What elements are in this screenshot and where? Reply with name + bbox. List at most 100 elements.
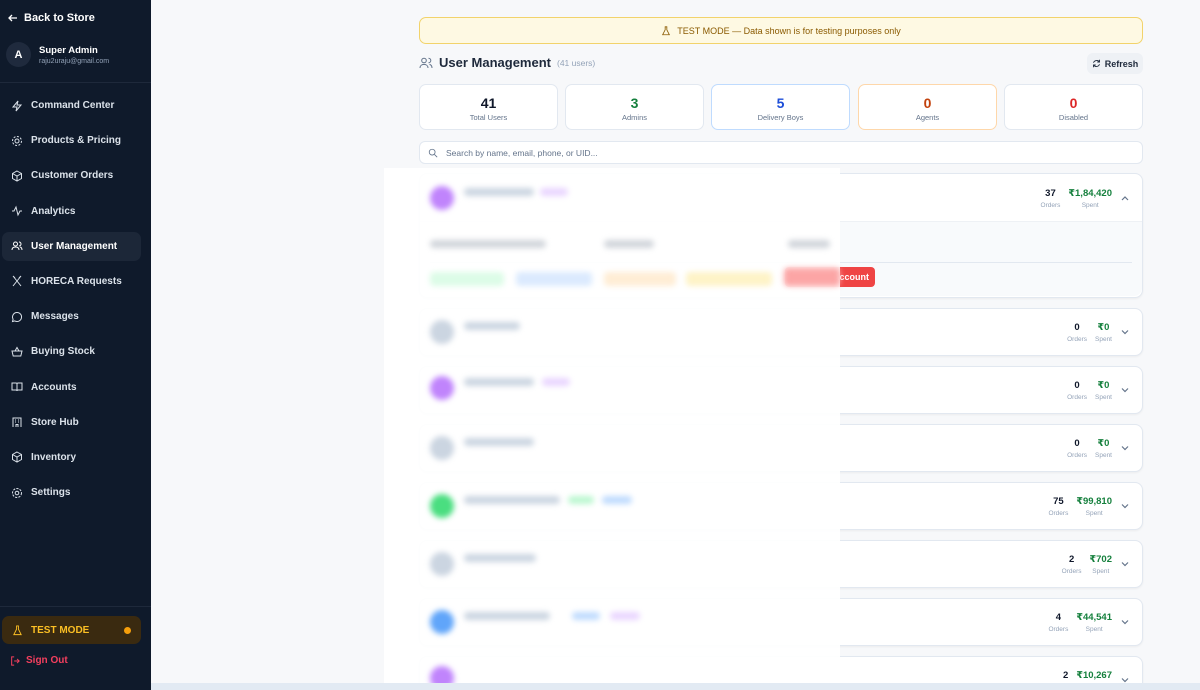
blurred-avatar <box>430 186 454 210</box>
chevron-down-icon[interactable] <box>1120 443 1130 453</box>
sidebar-divider <box>0 82 151 83</box>
sidebar-item-analytics[interactable]: Analytics <box>2 197 141 226</box>
test-mode-badge[interactable]: TEST MODE <box>2 616 141 644</box>
stat-admins[interactable]: 3 Admins <box>565 84 704 130</box>
sidebar-item-command-center[interactable]: Command Center <box>2 91 141 120</box>
sidebar-item-settings[interactable]: Settings <box>2 478 141 507</box>
spent-amount: ₹1,84,420 <box>1068 188 1112 199</box>
sidebar: Back to Store A Super Admin raju2uraju@g… <box>0 0 151 690</box>
orders-count: 75 <box>1053 496 1064 507</box>
box-icon <box>12 451 22 463</box>
page-title: User Management <box>439 55 551 70</box>
refresh-button[interactable]: Refresh <box>1087 53 1143 74</box>
chevron-up-icon[interactable] <box>1120 193 1130 203</box>
blurred-text <box>464 322 520 330</box>
orders-count: 2 <box>1068 554 1075 565</box>
sidebar-item-label: Accounts <box>31 381 77 393</box>
spent-amount: ₹10,267 <box>1076 670 1112 681</box>
blurred-avatar <box>430 552 454 576</box>
spent-amount: ₹0 <box>1097 380 1110 391</box>
stat-value: 41 <box>480 95 497 111</box>
bottom-scroll-strip <box>151 683 1200 690</box>
stat-label: Disabled <box>1058 113 1089 122</box>
stat-total-users[interactable]: 41 Total Users <box>419 84 558 130</box>
stat-label: Delivery Boys <box>757 113 804 122</box>
refresh-icon <box>1092 59 1100 68</box>
sidebar-item-customer-orders[interactable]: Customer Orders <box>2 161 141 190</box>
lightning-icon <box>11 100 23 111</box>
user-count: (41 users) <box>556 57 596 68</box>
sidebar-nav: Command Center Products & Pricing Custom… <box>2 91 141 513</box>
stat-value: 3 <box>630 95 639 111</box>
sidebar-item-label: HORECA Requests <box>31 275 122 287</box>
avatar: A <box>6 42 31 67</box>
logout-icon <box>11 655 20 666</box>
spent-amount: ₹44,541 <box>1076 612 1112 623</box>
sidebar-item-label: Command Center <box>31 100 115 111</box>
back-to-store-link[interactable]: Back to Store <box>8 12 95 24</box>
page-header: User Management (41 users) <box>419 55 595 70</box>
admin-profile: A Super Admin raju2uraju@gmail.com <box>6 42 109 67</box>
chevron-down-icon[interactable] <box>1120 327 1130 337</box>
chevron-down-icon[interactable] <box>1120 559 1130 569</box>
blurred-button <box>516 272 592 286</box>
orders-count: 0 <box>1074 380 1080 391</box>
stat-disabled[interactable]: 0 Disabled <box>1004 84 1143 130</box>
sidebar-divider <box>0 606 151 607</box>
admin-email: raju2uraju@gmail.com <box>39 57 110 65</box>
sidebar-item-inventory[interactable]: Inventory <box>2 443 141 472</box>
sidebar-item-store-hub[interactable]: Store Hub <box>2 408 141 437</box>
orders-label: Orders <box>1040 202 1061 209</box>
spent-label: Spent <box>1095 452 1112 459</box>
stat-label: Total Users <box>469 113 508 122</box>
arrow-left-icon <box>8 14 17 22</box>
spent-amount: ₹0 <box>1097 438 1110 449</box>
blurred-text <box>464 496 560 504</box>
spent-label: Spent <box>1092 568 1110 575</box>
stat-agents[interactable]: 0 Agents <box>858 84 997 130</box>
search-icon <box>428 148 438 157</box>
package-icon <box>12 170 22 182</box>
spent-label: Spent <box>1081 202 1099 209</box>
stat-delivery-boys[interactable]: 5 Delivery Boys <box>711 84 850 130</box>
sidebar-item-label: Analytics <box>31 205 76 217</box>
sidebar-item-messages[interactable]: Messages <box>2 302 141 331</box>
sidebar-item-buying-stock[interactable]: Buying Stock <box>2 337 141 366</box>
blurred-text <box>464 554 536 562</box>
stat-label: Agents <box>915 113 940 122</box>
sidebar-item-products-pricing[interactable]: Products & Pricing <box>2 126 141 155</box>
blurred-text <box>464 612 550 620</box>
basket-icon <box>11 346 23 357</box>
blurred-avatar <box>430 376 454 400</box>
sidebar-item-label: Inventory <box>31 451 77 463</box>
spent-amount: ₹0 <box>1097 322 1110 333</box>
utensils-icon <box>12 276 22 287</box>
chevron-down-icon[interactable] <box>1120 501 1130 511</box>
sidebar-item-label: Store Hub <box>31 416 79 428</box>
gear-icon <box>12 135 22 146</box>
orders-label: Orders <box>1067 336 1087 343</box>
stat-value: 0 <box>1069 95 1078 111</box>
blurred-avatar <box>430 494 454 518</box>
orders-label: Orders <box>1061 568 1082 575</box>
sidebar-item-horeca-requests[interactable]: HORECA Requests <box>2 267 141 296</box>
blurred-badge <box>572 612 600 620</box>
sidebar-item-user-management[interactable]: User Management <box>2 231 141 261</box>
sidebar-item-accounts[interactable]: Accounts <box>2 373 141 402</box>
flask-icon <box>13 624 22 635</box>
blurred-text <box>430 240 546 248</box>
search-input[interactable] <box>446 147 1089 158</box>
book-icon <box>11 382 23 392</box>
sign-out-button[interactable]: Sign Out <box>10 655 68 666</box>
refresh-label: Refresh <box>1104 58 1139 69</box>
spent-label: Spent <box>1085 626 1103 633</box>
spent-amount: ₹702 <box>1089 554 1112 565</box>
blurred-button <box>430 272 504 286</box>
chevron-down-icon[interactable] <box>1120 617 1130 627</box>
admin-name: Super Admin <box>39 44 98 56</box>
chevron-down-icon[interactable] <box>1120 385 1130 395</box>
stat-label: Admins <box>621 113 647 122</box>
orders-count: 0 <box>1074 322 1080 333</box>
message-icon <box>11 311 23 322</box>
orders-count: 2 <box>1063 670 1069 681</box>
